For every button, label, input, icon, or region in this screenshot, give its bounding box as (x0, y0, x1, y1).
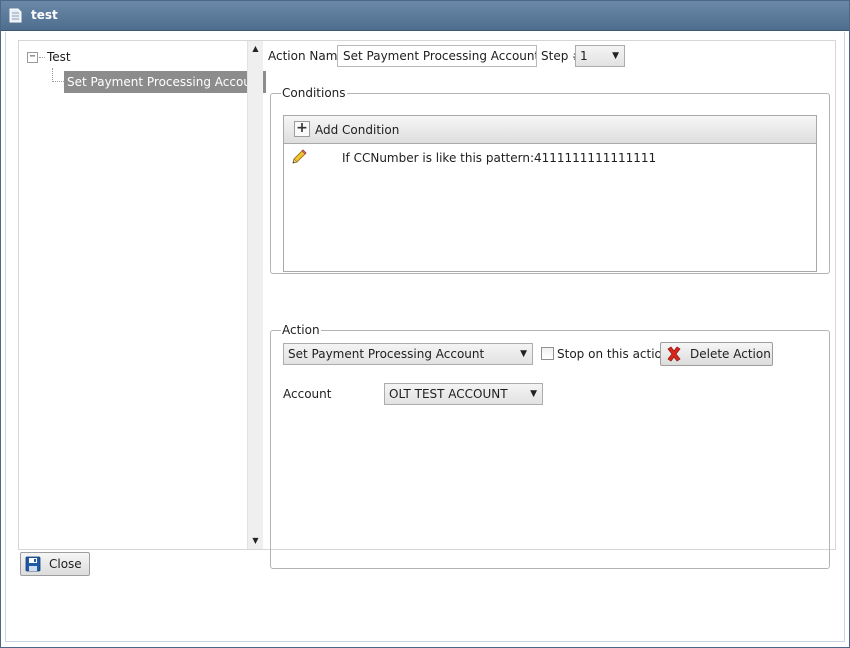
account-value: OLT TEST ACCOUNT (389, 387, 508, 401)
account-label: Account (283, 387, 332, 401)
editor-frame: − Test Set Payment Processing Account ▲ … (18, 40, 836, 569)
save-icon (25, 556, 41, 572)
scroll-down-arrow-icon[interactable]: ▼ (248, 533, 263, 549)
step-value: 1 (580, 49, 588, 63)
stop-on-action-label[interactable]: Stop on this action (557, 347, 670, 361)
rules-tree: − Test Set Payment Processing Account (19, 41, 267, 549)
action-legend: Action (282, 323, 320, 337)
document-icon (9, 8, 22, 23)
plus-icon: + (294, 121, 310, 137)
delete-action-label: Delete Action (690, 347, 771, 361)
tree-node-set-payment-processing-account[interactable]: Set Payment Processing Account (64, 71, 267, 93)
pencil-icon[interactable] (290, 148, 308, 166)
delete-x-icon (667, 346, 681, 362)
action-type-select[interactable]: Set Payment Processing Account ▼ (283, 343, 533, 365)
window-title: test (31, 8, 58, 22)
close-button[interactable]: Close (20, 552, 90, 576)
chevron-down-icon: ▼ (612, 51, 619, 61)
conditions-legend: Conditions (282, 86, 346, 100)
action-editor: Action Name Set Payment Processing Accou… (263, 41, 835, 569)
tree-node-test[interactable]: Test (47, 50, 71, 64)
add-condition-button[interactable]: + Add Condition (284, 116, 816, 144)
action-name-input[interactable]: Set Payment Processing Account (337, 45, 537, 67)
step-select[interactable]: 1 ▼ (575, 45, 625, 67)
list-item[interactable]: If CCNumber is like this pattern:4111111… (284, 146, 816, 170)
add-condition-label: Add Condition (315, 123, 400, 137)
conditions-list: + Add Condition If CCNumber is like this… (283, 115, 817, 272)
account-select[interactable]: OLT TEST ACCOUNT ▼ (384, 383, 543, 405)
condition-text: If CCNumber is like this pattern:4111111… (342, 151, 657, 165)
action-group: Action Set Payment Processing Account ▼ … (270, 323, 830, 569)
conditions-group: Conditions + Add Condition If CCNumber i… (270, 86, 830, 274)
tree-connector (52, 68, 53, 82)
window-content: − Test Set Payment Processing Account ▲ … (5, 32, 845, 642)
action-type-value: Set Payment Processing Account (288, 347, 485, 361)
app-window: test − Test Set Payment Processing Accou… (0, 0, 850, 648)
chevron-down-icon: ▼ (530, 389, 537, 399)
action-name-label: Action Name (268, 49, 345, 63)
tree-connector (39, 57, 45, 58)
collapse-toggle-icon[interactable]: − (27, 52, 38, 63)
tree-connector (52, 81, 64, 82)
close-label: Close (49, 557, 82, 571)
delete-action-button[interactable]: Delete Action (660, 342, 773, 366)
chevron-down-icon: ▼ (520, 349, 527, 359)
title-bar[interactable]: test (1, 1, 849, 31)
tree-scrollbar[interactable]: ▲ ▼ (247, 41, 263, 549)
stop-on-action-checkbox[interactable] (541, 347, 554, 360)
scroll-up-arrow-icon[interactable]: ▲ (248, 41, 263, 57)
